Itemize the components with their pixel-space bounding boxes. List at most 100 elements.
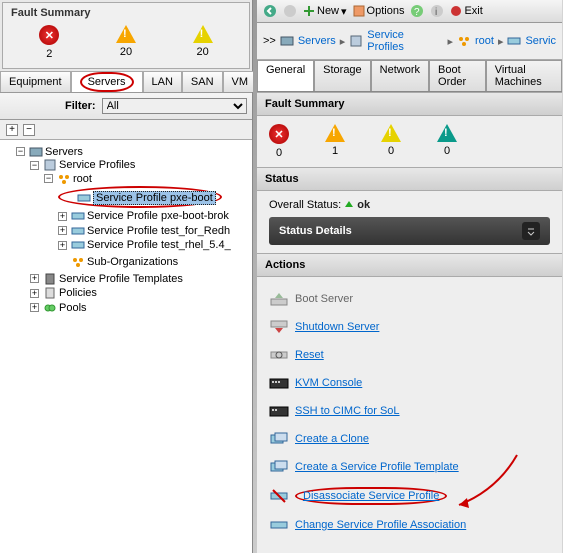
- action-shutdown-server[interactable]: Shutdown Server: [269, 313, 550, 341]
- left-tabs: Equipment Servers LAN SAN VM Admin: [0, 71, 252, 93]
- expander-icon[interactable]: +: [58, 212, 67, 221]
- status-details-toggle[interactable]: Status Details: [269, 217, 550, 245]
- new-button[interactable]: New ▾: [303, 5, 347, 18]
- keyboard-icon: [269, 375, 289, 391]
- template-icon: [269, 459, 289, 475]
- tree-sub-orgs[interactable]: Sub-Organizations: [58, 256, 178, 268]
- crumb-profiles[interactable]: Service Profiles: [367, 29, 443, 53]
- tree-profile-pxe-boot-broken[interactable]: + Service Profile pxe-boot-brok: [58, 210, 229, 222]
- template-icon: [43, 273, 57, 285]
- help-icon[interactable]: ?: [410, 4, 424, 18]
- warning-orange-icon: !: [116, 25, 136, 43]
- change-icon: [269, 517, 289, 533]
- fault-info-r[interactable]: ! 0: [437, 124, 457, 159]
- crumb-service[interactable]: Servic: [525, 35, 556, 47]
- profile-icon: [71, 210, 85, 222]
- action-change-association[interactable]: Change Service Profile Association: [269, 511, 550, 539]
- expander-icon[interactable]: −: [44, 174, 53, 183]
- filter-row: Filter: All: [0, 93, 252, 120]
- shutdown-icon: [269, 319, 289, 335]
- action-create-clone[interactable]: Create a Clone: [269, 425, 550, 453]
- tree-policies[interactable]: + Policies: [30, 287, 97, 299]
- action-ssh[interactable]: SSH to CIMC for SoL: [269, 397, 550, 425]
- tree-templates[interactable]: + Service Profile Templates: [30, 273, 183, 285]
- tree-servers[interactable]: − Servers: [16, 146, 83, 158]
- nav-back-icon[interactable]: [263, 4, 277, 18]
- tab-servers[interactable]: Servers: [71, 71, 143, 92]
- expand-all-icon[interactable]: +: [6, 124, 18, 136]
- status-title: Status: [257, 167, 562, 191]
- profile-icon: [507, 35, 521, 47]
- nav-forward-icon[interactable]: [283, 4, 297, 18]
- overall-status: Overall Status: ok: [269, 199, 550, 211]
- exit-icon: [450, 5, 462, 17]
- tab-san[interactable]: SAN: [182, 71, 223, 92]
- tree-pools[interactable]: + Pools: [30, 302, 87, 314]
- fault-minor[interactable]: ! 20: [193, 25, 213, 60]
- expander-icon[interactable]: +: [30, 274, 39, 283]
- action-boot-server[interactable]: Boot Server: [269, 285, 550, 313]
- expander-icon[interactable]: +: [58, 241, 67, 250]
- tab-storage[interactable]: Storage: [314, 60, 371, 91]
- fault-major-r[interactable]: ! 1: [325, 124, 345, 159]
- action-create-template[interactable]: Create a Service Profile Template: [269, 453, 550, 481]
- fault-critical[interactable]: ✕ 2: [39, 25, 59, 60]
- tab-equipment[interactable]: Equipment: [0, 71, 71, 92]
- actions-title: Actions: [257, 253, 562, 277]
- exit-button[interactable]: Exit: [450, 5, 482, 17]
- tree-root-org[interactable]: − root: [44, 173, 92, 185]
- error-icon: ✕: [269, 124, 289, 144]
- filter-label: Filter:: [65, 100, 96, 112]
- fault-critical-r[interactable]: ✕ 0: [269, 124, 289, 159]
- tab-boot-order[interactable]: Boot Order: [429, 60, 486, 91]
- filter-select[interactable]: All: [102, 98, 247, 114]
- reset-icon: [269, 347, 289, 363]
- expander-icon[interactable]: +: [58, 226, 67, 235]
- keyboard-icon: [269, 403, 289, 419]
- fault-major[interactable]: ! 20: [116, 25, 136, 60]
- tab-general[interactable]: General: [257, 60, 314, 91]
- expander-icon[interactable]: −: [16, 147, 25, 156]
- profiles-icon: [349, 35, 363, 47]
- tab-network[interactable]: Network: [371, 60, 429, 91]
- org-icon: [71, 256, 85, 268]
- expander-icon[interactable]: +: [30, 289, 39, 298]
- tree-service-profiles[interactable]: − Service Profiles: [30, 159, 135, 171]
- fault-minor-r[interactable]: ! 0: [381, 124, 401, 159]
- crumb-servers[interactable]: Servers: [298, 35, 336, 47]
- tree-toolbar: + −: [0, 120, 252, 140]
- action-reset[interactable]: Reset: [269, 341, 550, 369]
- tree-profile-test-redhat[interactable]: + Service Profile test_for_Redh: [58, 225, 230, 237]
- profile-icon: [71, 225, 85, 237]
- info-icon[interactable]: i: [430, 4, 444, 18]
- crumb-root[interactable]: root: [475, 35, 494, 47]
- fault-summary-right: ✕ 0 ! 1 ! 0 ! 0: [257, 116, 562, 167]
- tab-vm[interactable]: VM: [223, 71, 258, 92]
- profile-icon: [77, 192, 91, 204]
- svg-text:?: ?: [414, 7, 420, 18]
- options-icon: [353, 5, 365, 17]
- plus-icon: [303, 5, 315, 17]
- tree-view[interactable]: − Servers − Service Profiles: [0, 140, 252, 553]
- collapse-all-icon[interactable]: −: [23, 124, 35, 136]
- policy-icon: [43, 287, 57, 299]
- breadcrumb: >> Servers ▸ Service Profiles ▸ root ▸ S…: [257, 23, 562, 60]
- tree-profile-test-rhel[interactable]: + Service Profile test_rhel_5.4_: [58, 239, 231, 251]
- tab-lan[interactable]: LAN: [143, 71, 182, 92]
- warning-yellow-icon: !: [193, 25, 213, 43]
- profiles-icon: [43, 159, 57, 171]
- server-icon: [29, 146, 43, 158]
- action-kvm-console[interactable]: KVM Console: [269, 369, 550, 397]
- fault-summary-title: Fault Summary: [11, 7, 241, 19]
- warning-yellow-icon: !: [381, 124, 401, 142]
- tree-profile-pxe-boot[interactable]: Service Profile pxe-boot: [64, 191, 216, 205]
- action-disassociate[interactable]: Disassociate Service Profile: [269, 481, 550, 511]
- clone-icon: [269, 431, 289, 447]
- server-icon: [280, 35, 294, 47]
- disassociate-icon: [269, 488, 289, 504]
- profile-icon: [71, 239, 85, 251]
- tab-virtual-machines[interactable]: Virtual Machines: [486, 60, 562, 91]
- expander-icon[interactable]: +: [30, 303, 39, 312]
- expander-icon[interactable]: −: [30, 161, 39, 170]
- options-button[interactable]: Options: [353, 5, 405, 17]
